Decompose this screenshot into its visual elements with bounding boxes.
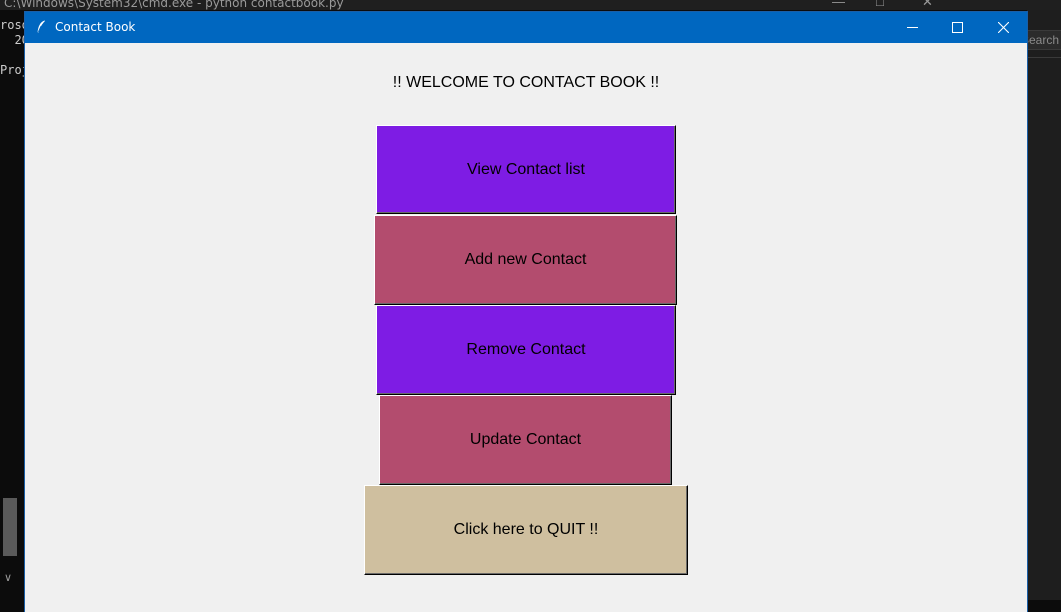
minimize-button[interactable]	[889, 12, 935, 43]
quit-button[interactable]: Click here to QUIT !!	[364, 485, 688, 575]
console-close-icon[interactable]: ✕	[922, 0, 933, 10]
add-new-contact-button[interactable]: Add new Contact	[374, 215, 677, 305]
close-button[interactable]	[980, 12, 1026, 43]
maximize-icon	[951, 22, 963, 33]
background-panel	[1027, 10, 1061, 600]
console-title: C:\Windows\System32\cmd.exe - python con…	[4, 0, 344, 10]
view-contact-list-button[interactable]: View Contact list	[376, 125, 676, 214]
update-contact-button[interactable]: Update Contact	[379, 395, 672, 485]
close-icon	[997, 22, 1009, 33]
background-search-text: Search	[1027, 33, 1060, 47]
contact-book-window: Contact Book !! WELCOME TO CONTACT BOOK …	[25, 12, 1027, 612]
minimize-icon	[906, 27, 918, 28]
remove-contact-button[interactable]: Remove Contact	[376, 305, 676, 395]
scroll-down-arrow-icon[interactable]: ∨	[4, 571, 12, 584]
console-titlebar: C:\Windows\System32\cmd.exe - python con…	[0, 0, 1061, 10]
welcome-text: !! WELCOME TO CONTACT BOOK !!	[392, 74, 660, 91]
window-titlebar[interactable]: Contact Book	[25, 12, 1027, 43]
welcome-heading: !! WELCOME TO CONTACT BOOK !!	[25, 74, 1027, 92]
feather-icon	[36, 20, 46, 34]
update-contact-label: Update Contact	[469, 431, 582, 448]
window-title: Contact Book	[55, 20, 136, 34]
quit-label: Click here to QUIT !!	[453, 521, 599, 538]
console-maximize-icon[interactable]: □	[876, 0, 884, 9]
background-divider	[1027, 57, 1061, 58]
view-contact-list-label: View Contact list	[467, 160, 585, 178]
add-new-contact-label: Add new Contact	[464, 251, 587, 268]
remove-contact-label: Remove Contact	[466, 341, 586, 358]
console-scrollbar-thumb[interactable]	[3, 498, 17, 556]
background-search-box[interactable]: Search	[1027, 30, 1061, 50]
console-minimize-icon[interactable]: —	[832, 0, 845, 9]
maximize-button[interactable]	[934, 12, 980, 43]
